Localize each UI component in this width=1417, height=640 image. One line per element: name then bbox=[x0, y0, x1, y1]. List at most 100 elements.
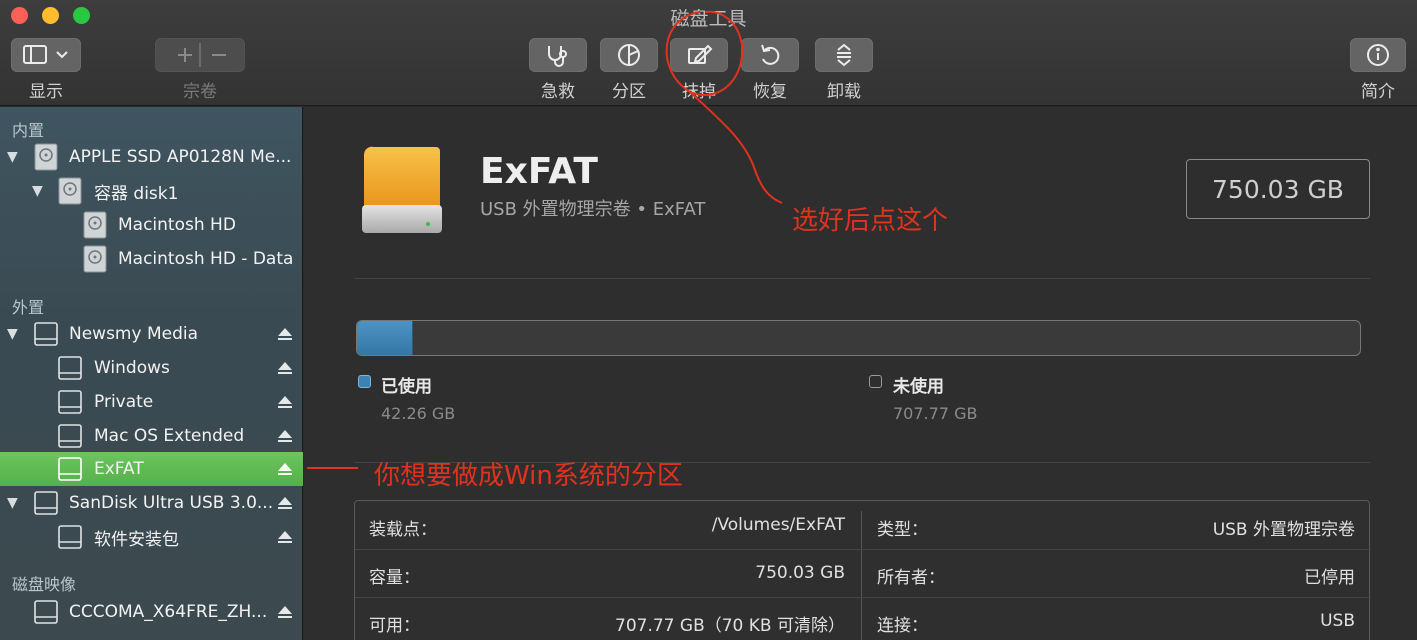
sidebar-item-container-disk1[interactable]: ▼ 容器 disk1 bbox=[0, 174, 303, 208]
sidebar-item-label: Macintosh HD bbox=[118, 215, 236, 235]
sidebar-item-label: APPLE SSD AP0128N Me... bbox=[69, 147, 292, 167]
restore-arrow-icon bbox=[761, 44, 780, 65]
partition-label: 分区 bbox=[612, 82, 646, 102]
sidebar-item-exfat[interactable]: ExFAT bbox=[0, 452, 303, 486]
partition-pie-icon bbox=[618, 44, 640, 66]
external-section-header: 外置 bbox=[12, 298, 45, 317]
eject-icon[interactable] bbox=[277, 529, 293, 545]
eject-icon[interactable] bbox=[277, 461, 293, 477]
disclosure-triangle-icon[interactable]: ▼ bbox=[7, 149, 18, 165]
partition-button[interactable] bbox=[600, 38, 658, 72]
type-key: 类型： bbox=[877, 520, 928, 540]
eject-icon[interactable] bbox=[277, 394, 293, 410]
sidebar-item-windows[interactable]: Windows bbox=[0, 351, 303, 385]
free-legend-swatch bbox=[869, 375, 882, 388]
unmount-icon bbox=[837, 43, 851, 67]
volume-add-remove-button[interactable] bbox=[155, 38, 245, 72]
capacity-value: 750.03 GB bbox=[755, 563, 845, 583]
external-volume-icon bbox=[58, 525, 82, 549]
sidebar-toggle-icon bbox=[23, 45, 68, 64]
view-button[interactable] bbox=[11, 38, 81, 72]
sidebar-item-private[interactable]: Private bbox=[0, 385, 303, 419]
external-disk-icon bbox=[34, 322, 58, 346]
internal-section-header: 内置 bbox=[12, 121, 45, 140]
internal-disk-icon bbox=[34, 143, 58, 171]
volume-name: ExFAT bbox=[480, 151, 598, 192]
sidebar-item-label: ExFAT bbox=[94, 459, 144, 479]
external-disk-icon bbox=[34, 491, 58, 515]
sidebar: 内置 ▼ APPLE SSD AP0128N Me... ▼ 容器 disk1 … bbox=[0, 107, 303, 640]
usage-bar-used-fill bbox=[357, 321, 414, 355]
column-divider bbox=[861, 511, 862, 640]
plus-minus-icon bbox=[178, 43, 226, 67]
divider bbox=[354, 278, 1370, 279]
external-volume-icon bbox=[58, 457, 82, 481]
row-divider bbox=[355, 597, 1371, 598]
view-label: 显示 bbox=[29, 82, 63, 102]
volume-disk-icon bbox=[83, 245, 107, 273]
restore-button[interactable] bbox=[741, 38, 799, 72]
disclosure-triangle-icon[interactable]: ▼ bbox=[32, 183, 43, 199]
owners-value: 已停用 bbox=[1304, 568, 1355, 588]
used-legend-swatch bbox=[358, 375, 371, 388]
volume-capacity-box: 750.03 GB bbox=[1186, 159, 1370, 219]
stethoscope-icon bbox=[548, 46, 567, 67]
sidebar-item-label: Private bbox=[94, 392, 154, 412]
eject-icon[interactable] bbox=[277, 428, 293, 444]
sidebar-item-apple-ssd[interactable]: ▼ APPLE SSD AP0128N Me... bbox=[0, 140, 303, 174]
external-drive-icon bbox=[362, 146, 442, 233]
info-table: 装载点： /Volumes/ExFAT 容量： 750.03 GB 可用： 70… bbox=[354, 500, 1371, 640]
erase-label: 抹掉 bbox=[682, 82, 716, 102]
sidebar-item-macintosh-hd-data[interactable]: Macintosh HD - Data bbox=[0, 242, 303, 276]
sidebar-item-macintosh-hd[interactable]: Macintosh HD bbox=[0, 208, 303, 242]
volume-label: 宗卷 bbox=[183, 82, 217, 102]
sidebar-item-label: 容器 disk1 bbox=[94, 183, 179, 204]
erase-button[interactable] bbox=[670, 38, 728, 72]
mount-point-key: 装载点： bbox=[369, 520, 437, 540]
disclosure-triangle-icon[interactable]: ▼ bbox=[7, 495, 18, 511]
connection-key: 连接： bbox=[877, 616, 928, 636]
used-legend-label: 已使用 bbox=[381, 377, 432, 397]
free-legend-label: 未使用 bbox=[893, 377, 944, 397]
available-value: 707.77 GB（70 KB 可清除） bbox=[615, 616, 845, 636]
row-divider bbox=[355, 549, 1371, 550]
unmount-label: 卸载 bbox=[827, 82, 861, 102]
sidebar-item-software-pkg[interactable]: 软件安装包 bbox=[0, 520, 303, 554]
sidebar-item-sandisk[interactable]: ▼ SanDisk Ultra USB 3.0... bbox=[0, 486, 303, 520]
eject-icon[interactable] bbox=[277, 604, 293, 620]
first-aid-button[interactable] bbox=[529, 38, 587, 72]
used-value: 42.26 GB bbox=[381, 404, 456, 423]
free-value: 707.77 GB bbox=[893, 404, 978, 423]
info-button[interactable] bbox=[1350, 38, 1406, 72]
owners-key: 所有者： bbox=[877, 568, 945, 588]
sidebar-item-label: SanDisk Ultra USB 3.0... bbox=[69, 493, 274, 513]
main-panel: ExFAT USB 外置物理宗卷 • ExFAT 750.03 GB 已使用 4… bbox=[304, 107, 1417, 640]
volume-disk-icon bbox=[83, 211, 107, 239]
disk-image-icon bbox=[34, 600, 58, 624]
sidebar-item-label: CCCOMA_X64FRE_ZH... bbox=[69, 602, 268, 622]
capacity-key: 容量： bbox=[369, 568, 420, 588]
eject-icon[interactable] bbox=[277, 326, 293, 342]
sidebar-item-label: 软件安装包 bbox=[94, 529, 179, 550]
sidebar-item-cccoma-image[interactable]: CCCOMA_X64FRE_ZH... bbox=[0, 595, 303, 629]
window-title: 磁盘工具 bbox=[670, 8, 747, 30]
info-label: 简介 bbox=[1361, 82, 1395, 102]
eject-icon[interactable] bbox=[277, 495, 293, 511]
sidebar-item-mac-os-extended[interactable]: Mac OS Extended bbox=[0, 419, 303, 453]
first-aid-label: 急救 bbox=[541, 82, 575, 102]
sidebar-item-label: Newsmy Media bbox=[69, 324, 199, 344]
connection-value: USB bbox=[1320, 611, 1355, 631]
images-section-header: 磁盘映像 bbox=[12, 575, 77, 594]
container-disk-icon bbox=[58, 177, 82, 205]
unmount-button[interactable] bbox=[815, 38, 873, 72]
disclosure-triangle-icon[interactable]: ▼ bbox=[7, 326, 18, 342]
type-value: USB 外置物理宗卷 bbox=[1212, 520, 1355, 540]
info-icon bbox=[1367, 44, 1389, 66]
external-volume-icon bbox=[58, 424, 82, 448]
sidebar-item-label: Macintosh HD - Data bbox=[118, 249, 294, 269]
sidebar-item-newsmy-media[interactable]: ▼ Newsmy Media bbox=[0, 317, 303, 351]
volume-subtitle: USB 外置物理宗卷 • ExFAT bbox=[480, 199, 706, 220]
usage-bar bbox=[356, 320, 1361, 356]
restore-label: 恢复 bbox=[753, 82, 787, 102]
eject-icon[interactable] bbox=[277, 360, 293, 376]
